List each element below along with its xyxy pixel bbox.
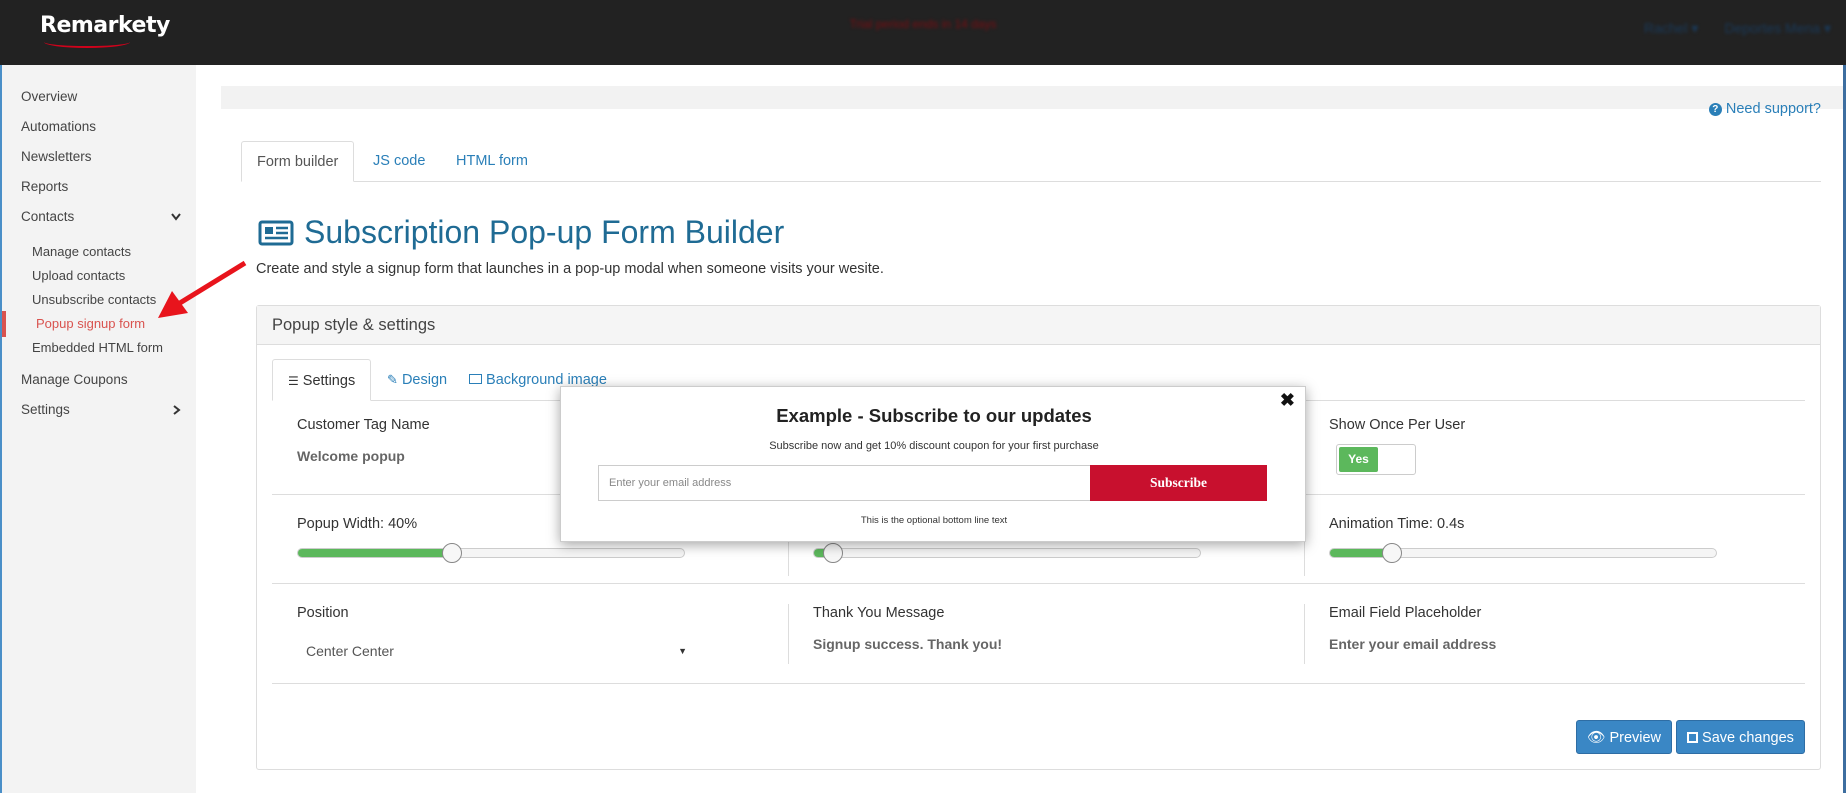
thank-you-input[interactable]: Signup success. Thank you! bbox=[813, 636, 1002, 652]
sidebar-item-newsletters[interactable]: Newsletters bbox=[21, 149, 92, 164]
save-button-label: Save changes bbox=[1702, 730, 1794, 746]
sidebar-item-popup-signup-form[interactable]: Popup signup form bbox=[36, 316, 145, 331]
tab-html-form[interactable]: HTML form bbox=[441, 141, 543, 182]
tab-settings[interactable]: ☰ Settings bbox=[272, 359, 372, 401]
sidebar-item-manage-coupons[interactable]: Manage Coupons bbox=[21, 372, 128, 387]
popup-subtitle: Subscribe now and get 10% discount coupo… bbox=[769, 440, 1099, 452]
user-menu[interactable]: Rachel ▾ bbox=[1644, 20, 1699, 37]
sidebar-item-manage-contacts[interactable]: Manage contacts bbox=[32, 244, 131, 259]
position-label: Position bbox=[297, 605, 349, 621]
sidebar-item-contacts[interactable]: Contacts bbox=[21, 209, 181, 224]
support-link[interactable]: ? Need support? bbox=[1708, 101, 1821, 117]
email-placeholder-input[interactable]: Enter your email address bbox=[1329, 636, 1496, 652]
tab-design[interactable]: ✎ Design bbox=[372, 359, 462, 401]
sidebar-item-overview[interactable]: Overview bbox=[21, 89, 77, 104]
chevron-right-icon bbox=[173, 405, 181, 415]
slider-fill bbox=[298, 549, 452, 557]
popup-title: Example - Subscribe to our updates bbox=[776, 405, 1092, 426]
position-select-value: Center Center bbox=[306, 643, 394, 659]
sidebar: Overview Automations Newsletters Reports… bbox=[0, 65, 196, 793]
sidebar-item-label: Contacts bbox=[21, 209, 75, 224]
slider-handle[interactable] bbox=[1382, 543, 1402, 563]
tab-design-label: Design bbox=[401, 372, 448, 388]
question-circle-icon: ? bbox=[1708, 103, 1722, 116]
top-nav: Rachel ▾ Deportes Mena ▾ bbox=[1644, 20, 1831, 37]
position-select[interactable]: Center Center ▼ bbox=[302, 636, 687, 666]
column-divider bbox=[1304, 604, 1305, 664]
page-title: Subscription Pop-up Form Builder bbox=[258, 214, 784, 251]
preview-button-label: Preview bbox=[1609, 730, 1662, 746]
sidebar-item-reports[interactable]: Reports bbox=[21, 179, 68, 194]
popup-subscribe-button[interactable]: Subscribe bbox=[1090, 465, 1267, 501]
email-placeholder-label: Email Field Placeholder bbox=[1329, 605, 1482, 621]
sidebar-item-automations[interactable]: Automations bbox=[21, 119, 96, 134]
eye-icon: 👁 bbox=[1587, 730, 1606, 746]
sidebar-item-settings[interactable]: Settings bbox=[21, 402, 181, 417]
image-icon bbox=[469, 374, 482, 384]
animation-time-label: Animation Time: 0.4s bbox=[1329, 516, 1465, 532]
sidebar-item-label: Settings bbox=[21, 402, 70, 417]
page-title-text: Subscription Pop-up Form Builder bbox=[304, 214, 785, 250]
tab-js-code[interactable]: JS code bbox=[358, 141, 440, 182]
caret-down-icon: ▼ bbox=[678, 646, 687, 656]
toggle-on-label: Yes bbox=[1339, 447, 1378, 472]
popup-preview: ✖ Example - Subscribe to our updates Sub… bbox=[560, 386, 1306, 542]
newspaper-icon bbox=[258, 220, 294, 245]
main-tabs: Form builder JS code HTML form bbox=[241, 141, 1821, 182]
row-divider bbox=[272, 683, 1805, 684]
column-divider bbox=[788, 604, 789, 664]
popup-email-input[interactable]: Enter your email address bbox=[598, 465, 1091, 501]
popup-width-slider[interactable] bbox=[297, 543, 685, 563]
edit-icon: ✎ bbox=[387, 372, 398, 387]
top-bar: Remarkety Trial period ends in 14 days R… bbox=[0, 0, 1846, 65]
sidebar-item-upload-contacts[interactable]: Upload contacts bbox=[32, 268, 125, 283]
preview-button[interactable]: 👁 Preview bbox=[1576, 720, 1673, 754]
sidebar-item-unsubscribe-contacts[interactable]: Unsubscribe contacts bbox=[32, 292, 156, 307]
panel-heading: Popup style & settings bbox=[257, 306, 1820, 345]
thank-you-label: Thank You Message bbox=[813, 605, 945, 621]
popup-footer-text: This is the optional bottom line text bbox=[860, 515, 1008, 526]
animation-time-slider[interactable] bbox=[1329, 543, 1717, 563]
save-icon bbox=[1687, 732, 1698, 743]
trial-notice: Trial period ends in 14 days bbox=[849, 17, 997, 31]
popup-width-label: Popup Width: 40% bbox=[297, 516, 418, 532]
tab-settings-label: Settings bbox=[302, 373, 356, 389]
annotation-arrow-icon bbox=[158, 260, 247, 318]
store-menu[interactable]: Deportes Mena ▾ bbox=[1724, 20, 1831, 37]
logo-swoosh bbox=[44, 36, 130, 48]
row-divider bbox=[272, 583, 1805, 584]
middle-slider[interactable] bbox=[813, 543, 1201, 563]
active-indicator bbox=[2, 311, 6, 337]
show-once-toggle[interactable]: Yes bbox=[1336, 444, 1416, 475]
customer-tag-label: Customer Tag Name bbox=[297, 417, 430, 433]
sliders-icon: ☰ bbox=[288, 374, 299, 388]
customer-tag-input[interactable]: Welcome popup bbox=[297, 448, 405, 464]
slider-handle[interactable] bbox=[823, 543, 843, 563]
show-once-label: Show Once Per User bbox=[1329, 417, 1466, 433]
sidebar-item-embedded-html-form[interactable]: Embedded HTML form bbox=[32, 340, 163, 355]
info-bar bbox=[221, 86, 1843, 109]
page-description: Create and style a signup form that laun… bbox=[256, 261, 884, 277]
slider-handle[interactable] bbox=[442, 543, 462, 563]
save-button[interactable]: Save changes bbox=[1676, 720, 1805, 754]
support-link-label: Need support? bbox=[1725, 101, 1821, 117]
tab-form-builder[interactable]: Form builder bbox=[241, 141, 355, 182]
chevron-down-icon bbox=[171, 213, 181, 221]
